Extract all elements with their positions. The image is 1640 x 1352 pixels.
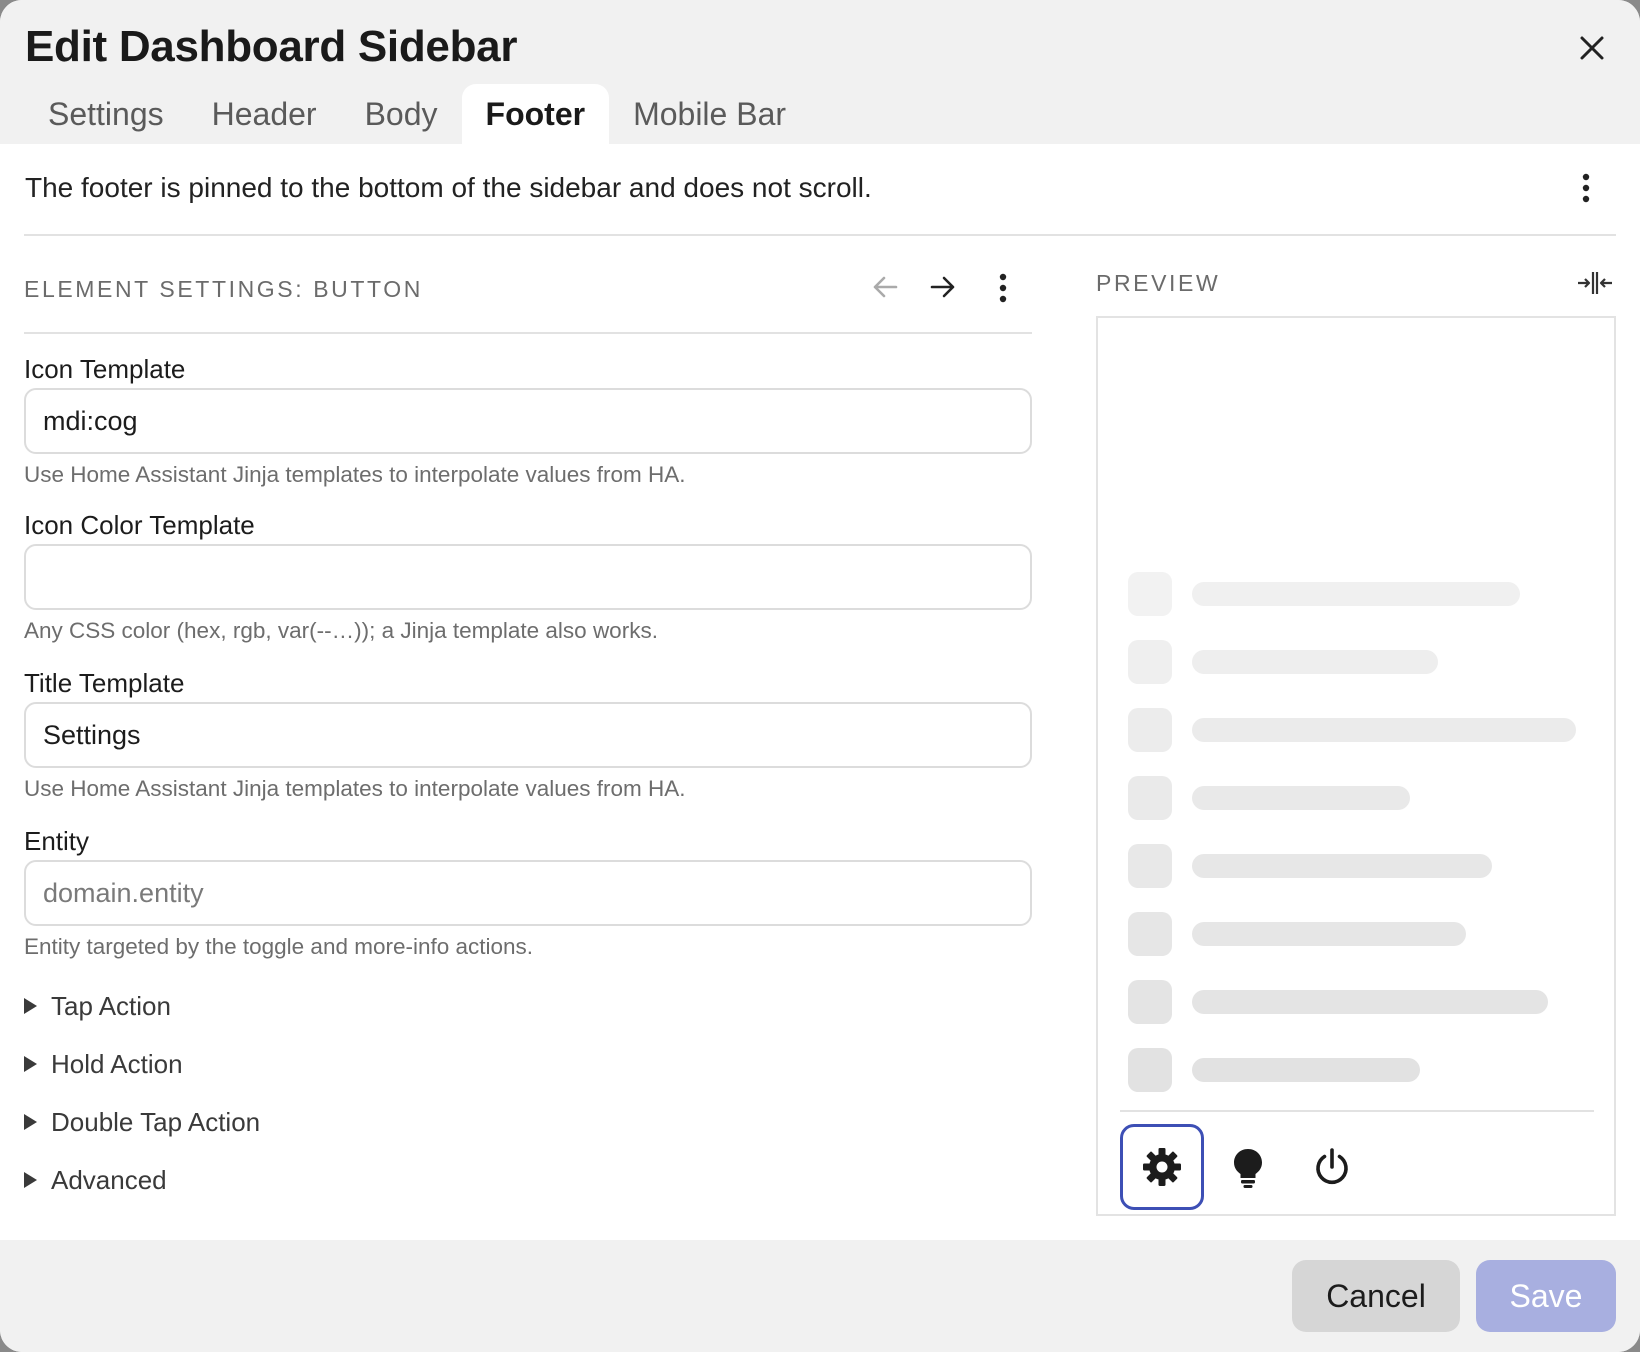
title-template-input[interactable] xyxy=(24,702,1032,768)
element-menu-button[interactable] xyxy=(986,270,1020,306)
dialog-header: Edit Dashboard Sidebar Settings Header B… xyxy=(0,0,1640,144)
arrow-right-icon xyxy=(930,276,955,298)
accordion-double-tap-action[interactable]: Double Tap Action xyxy=(24,1105,260,1139)
entity-input[interactable] xyxy=(24,860,1032,926)
close-button[interactable] xyxy=(1570,26,1614,70)
preview-pane xyxy=(1096,316,1616,1216)
icon-template-input[interactable] xyxy=(24,388,1032,454)
preview-footer-divider xyxy=(1120,1110,1594,1112)
tab-mobile-bar[interactable]: Mobile Bar xyxy=(609,84,810,144)
entity-helper: Entity targeted by the toggle and more-i… xyxy=(24,934,534,959)
dialog-title: Edit Dashboard Sidebar xyxy=(25,22,518,71)
accordion-label: Hold Action xyxy=(51,1048,183,1079)
caret-right-icon xyxy=(24,1056,37,1072)
arrow-left-icon xyxy=(873,276,898,298)
caret-right-icon xyxy=(24,998,37,1014)
accordion-label: Tap Action xyxy=(51,990,171,1021)
accordion-advanced[interactable]: Advanced xyxy=(24,1163,167,1197)
divider xyxy=(24,234,1616,236)
edit-sidebar-dialog: Edit Dashboard Sidebar Settings Header B… xyxy=(0,0,1640,1352)
icon-color-template-label: Icon Color Template xyxy=(24,510,255,540)
power-icon xyxy=(1316,1148,1348,1185)
cog-icon xyxy=(1143,1148,1181,1186)
title-template-helper: Use Home Assistant Jinja templates to in… xyxy=(24,776,686,801)
accordion-tap-action[interactable]: Tap Action xyxy=(24,989,171,1023)
previous-element-button[interactable] xyxy=(868,270,902,304)
icon-color-template-input[interactable] xyxy=(24,544,1032,610)
divider xyxy=(24,332,1032,334)
footer-menu-button[interactable] xyxy=(1568,170,1604,206)
accordion-label: Double Tap Action xyxy=(51,1106,261,1137)
preview-collapse-button[interactable] xyxy=(1576,266,1614,300)
tab-bar: Settings Header Body Footer Mobile Bar xyxy=(24,84,810,144)
preview-lights-button[interactable] xyxy=(1206,1124,1290,1210)
icon-template-label: Icon Template xyxy=(24,354,186,384)
tab-description: The footer is pinned to the bottom of th… xyxy=(25,172,872,203)
lightbulb-icon xyxy=(1234,1149,1262,1188)
tab-header[interactable]: Header xyxy=(188,84,341,144)
close-icon xyxy=(1580,36,1604,60)
preview-title: PREVIEW xyxy=(1096,270,1221,296)
more-vertical-icon xyxy=(999,273,1007,303)
preview-settings-button[interactable] xyxy=(1120,1124,1204,1210)
cancel-button[interactable]: Cancel xyxy=(1292,1260,1460,1332)
accordion-label: Advanced xyxy=(51,1164,167,1195)
icon-template-helper: Use Home Assistant Jinja templates to in… xyxy=(24,462,686,487)
collapse-horizontal-icon xyxy=(1578,272,1612,294)
tab-settings[interactable]: Settings xyxy=(24,84,188,144)
element-settings-title: ELEMENT SETTINGS: BUTTON xyxy=(24,276,423,302)
next-element-button[interactable] xyxy=(926,270,960,304)
save-button[interactable]: Save xyxy=(1476,1260,1616,1332)
preview-power-button[interactable] xyxy=(1290,1124,1374,1210)
entity-label: Entity xyxy=(24,826,90,856)
caret-right-icon xyxy=(24,1172,37,1188)
more-vertical-icon xyxy=(1582,173,1590,203)
caret-right-icon xyxy=(24,1114,37,1130)
accordion-hold-action[interactable]: Hold Action xyxy=(24,1047,183,1081)
tab-footer[interactable]: Footer xyxy=(461,84,610,144)
icon-color-template-helper: Any CSS color (hex, rgb, var(--…)); a Ji… xyxy=(24,618,658,643)
title-template-label: Title Template xyxy=(24,668,185,698)
tab-body[interactable]: Body xyxy=(341,84,462,144)
